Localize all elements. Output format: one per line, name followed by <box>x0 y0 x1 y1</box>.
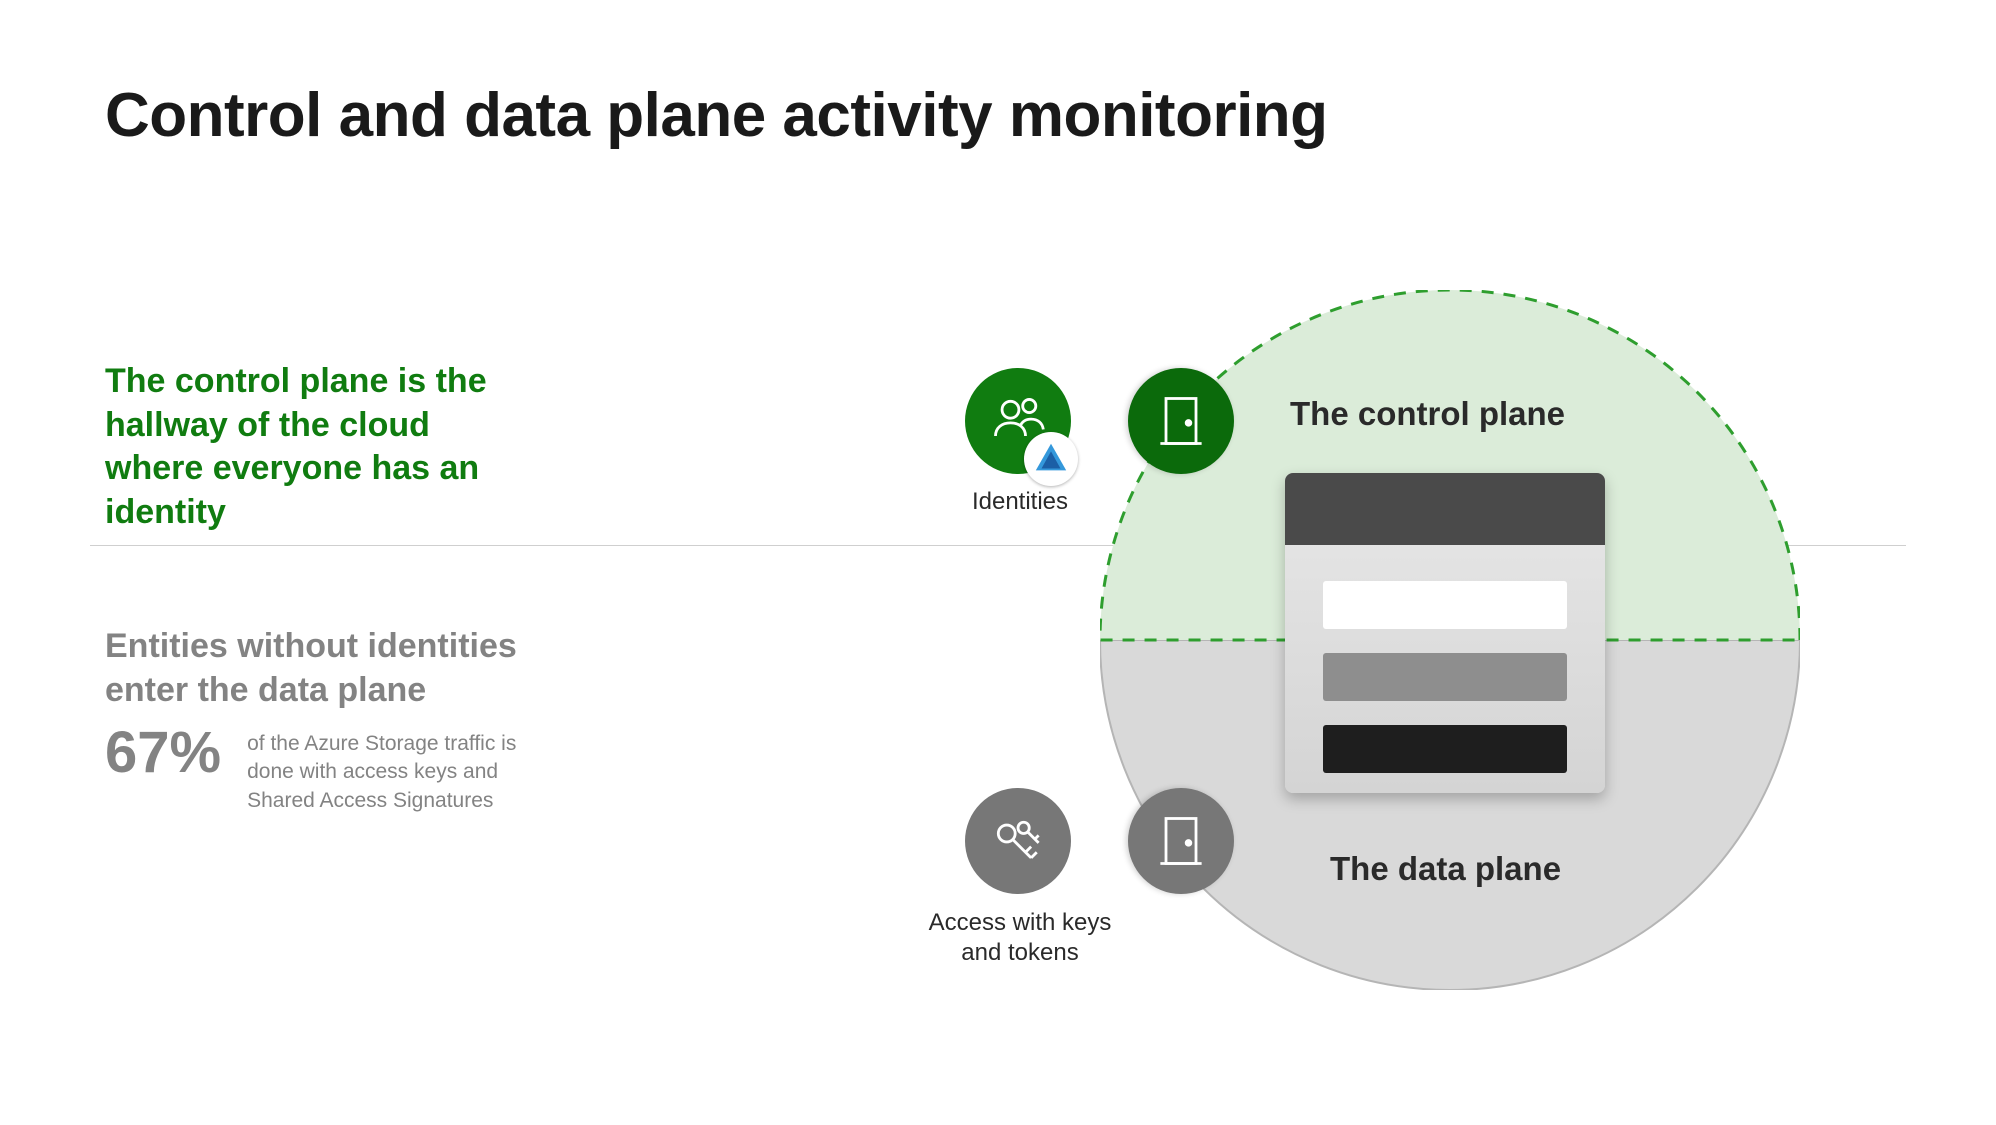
door-icon <box>1128 788 1234 894</box>
statistic-block: 67% of the Azure Storage traffic is done… <box>105 724 547 815</box>
resource-card-icon <box>1285 473 1605 793</box>
keys-icon <box>965 788 1071 894</box>
identities-caption: Identities <box>950 488 1090 516</box>
slide-title: Control and data plane activity monitori… <box>105 80 1328 151</box>
resource-card-row <box>1323 725 1567 773</box>
keys-caption: Access with keys and tokens <box>920 908 1120 968</box>
resource-card-row <box>1323 581 1567 629</box>
statistic-description: of the Azure Storage traffic is done wit… <box>247 724 547 815</box>
data-plane-description: Entities without identities enter the da… <box>105 625 535 712</box>
resource-card-header <box>1285 473 1605 545</box>
slide: Control and data plane activity monitori… <box>0 0 1996 1125</box>
azure-ad-badge-icon <box>1024 432 1078 486</box>
control-plane-description: The control plane is the hallway of the … <box>105 360 535 534</box>
data-plane-label: The data plane <box>1330 850 1561 888</box>
control-plane-label: The control plane <box>1290 395 1565 433</box>
resource-card-row <box>1323 653 1567 701</box>
statistic-percent: 67% <box>105 724 221 782</box>
door-icon <box>1128 368 1234 474</box>
